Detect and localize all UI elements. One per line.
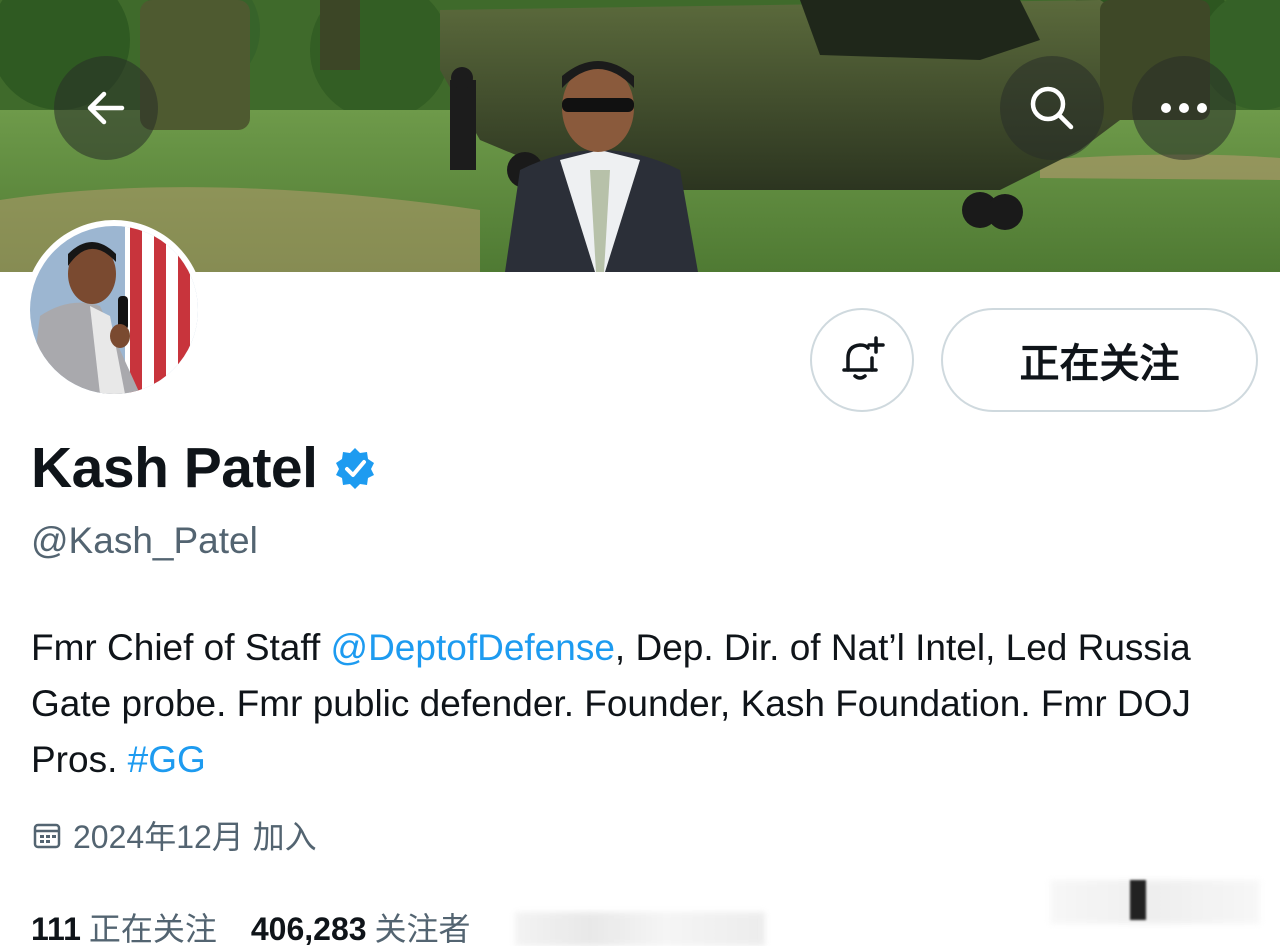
joined-text: 2024年12月 加入 <box>73 819 317 855</box>
following-label: 正在关注 <box>88 911 217 946</box>
profile-banner[interactable] <box>0 0 1280 272</box>
followers-stat-link[interactable]: 406,283 关注者 <box>251 904 471 946</box>
bio-text: Fmr Chief of Staff <box>31 627 331 668</box>
bell-plus-icon <box>842 336 885 380</box>
bio-mention-link[interactable]: @DeptofDefense <box>331 627 615 668</box>
blurred-region <box>1050 880 1260 924</box>
arrow-left-icon <box>87 91 125 125</box>
more-button[interactable] <box>1132 56 1236 160</box>
search-icon <box>1030 86 1074 130</box>
avatar[interactable] <box>24 220 204 400</box>
verified-badge-icon[interactable] <box>333 446 377 490</box>
blurred-region <box>1130 880 1146 920</box>
search-button[interactable] <box>1000 56 1104 160</box>
notify-button[interactable] <box>810 308 914 412</box>
profile-bio: Fmr Chief of Staff @DeptofDefense, Dep. … <box>31 620 1261 788</box>
profile-handle: @Kash_Patel <box>31 520 258 561</box>
follow-stats: 111 正在关注 406,283 关注者 <box>31 904 471 946</box>
followers-label: 关注者 <box>374 911 471 946</box>
following-button[interactable]: 正在关注 <box>941 308 1258 412</box>
more-horizontal-icon <box>1161 103 1207 113</box>
joined-date: 2024年12月 加入 <box>31 812 317 858</box>
blurred-region <box>515 912 765 946</box>
display-name-row: Kash Patel <box>31 430 377 506</box>
calendar-icon <box>31 819 63 851</box>
following-button-label: 正在关注 <box>1019 342 1180 386</box>
bio-hashtag-link[interactable]: #GG <box>128 739 206 780</box>
following-stat-link[interactable]: 111 正在关注 <box>31 904 217 946</box>
avatar-photo <box>30 226 198 394</box>
followers-count: 406,283 <box>250 911 367 946</box>
following-count: 111 <box>31 911 81 946</box>
back-button[interactable] <box>54 56 158 160</box>
profile-page: 正在关注 Kash Patel @Kash_Patel Fmr Chief of… <box>0 0 1280 946</box>
display-name: Kash Patel <box>31 436 318 500</box>
